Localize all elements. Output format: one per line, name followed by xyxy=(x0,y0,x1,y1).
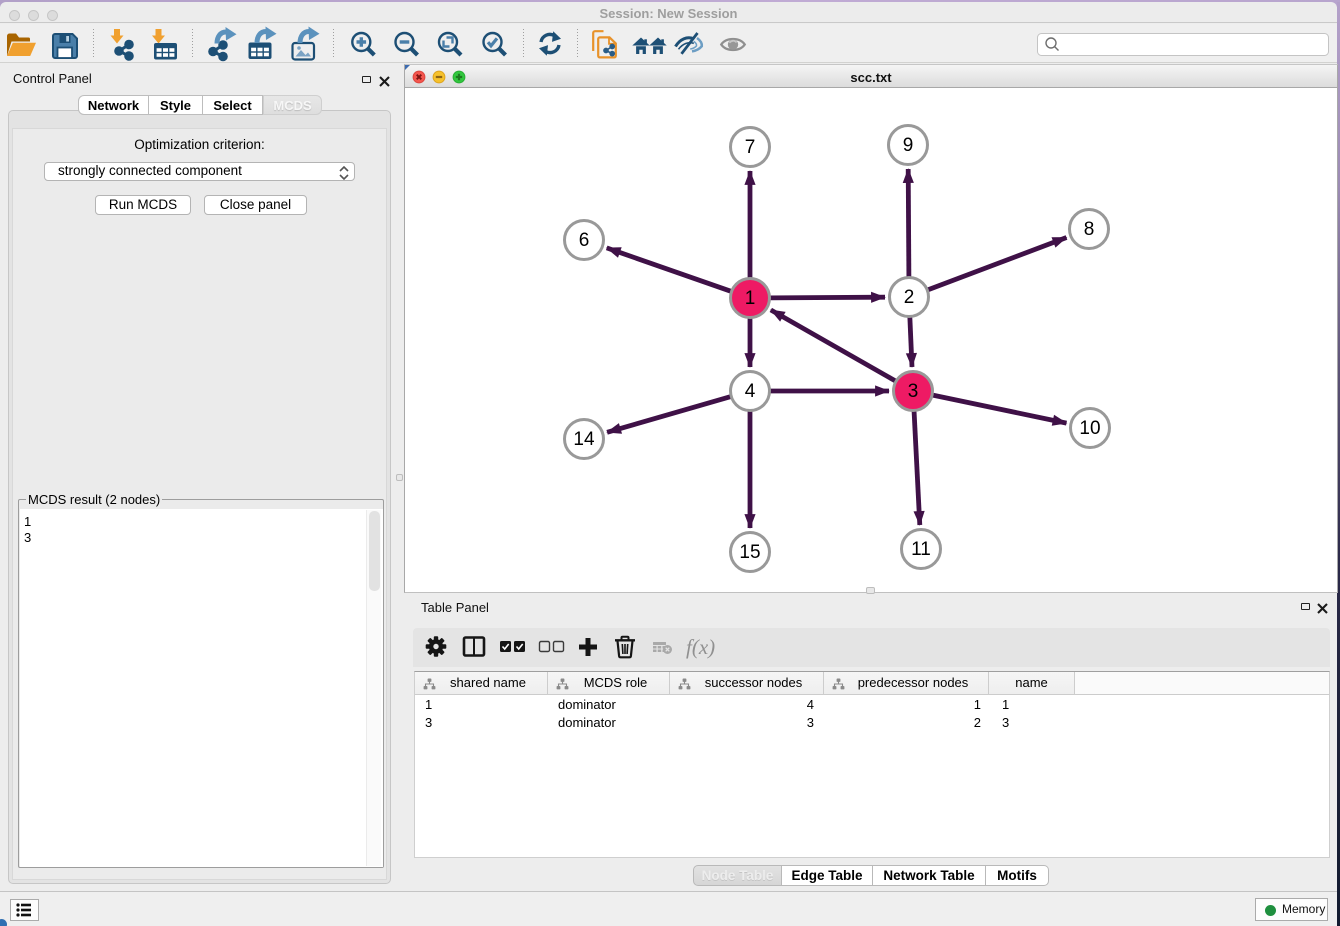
svg-text:11: 11 xyxy=(911,539,931,560)
svg-text:f(x): f(x) xyxy=(686,635,715,659)
svg-text:4: 4 xyxy=(745,381,756,402)
svg-text:6: 6 xyxy=(579,230,590,251)
svg-text:8: 8 xyxy=(1084,219,1095,240)
svg-text:14: 14 xyxy=(573,429,595,450)
svg-text:3: 3 xyxy=(908,381,919,402)
svg-text:10: 10 xyxy=(1079,418,1100,439)
svg-text:9: 9 xyxy=(903,135,914,156)
svg-text:2: 2 xyxy=(904,287,915,308)
svg-text:15: 15 xyxy=(739,542,760,563)
svg-text:7: 7 xyxy=(745,137,756,158)
svg-text:1: 1 xyxy=(745,288,756,309)
